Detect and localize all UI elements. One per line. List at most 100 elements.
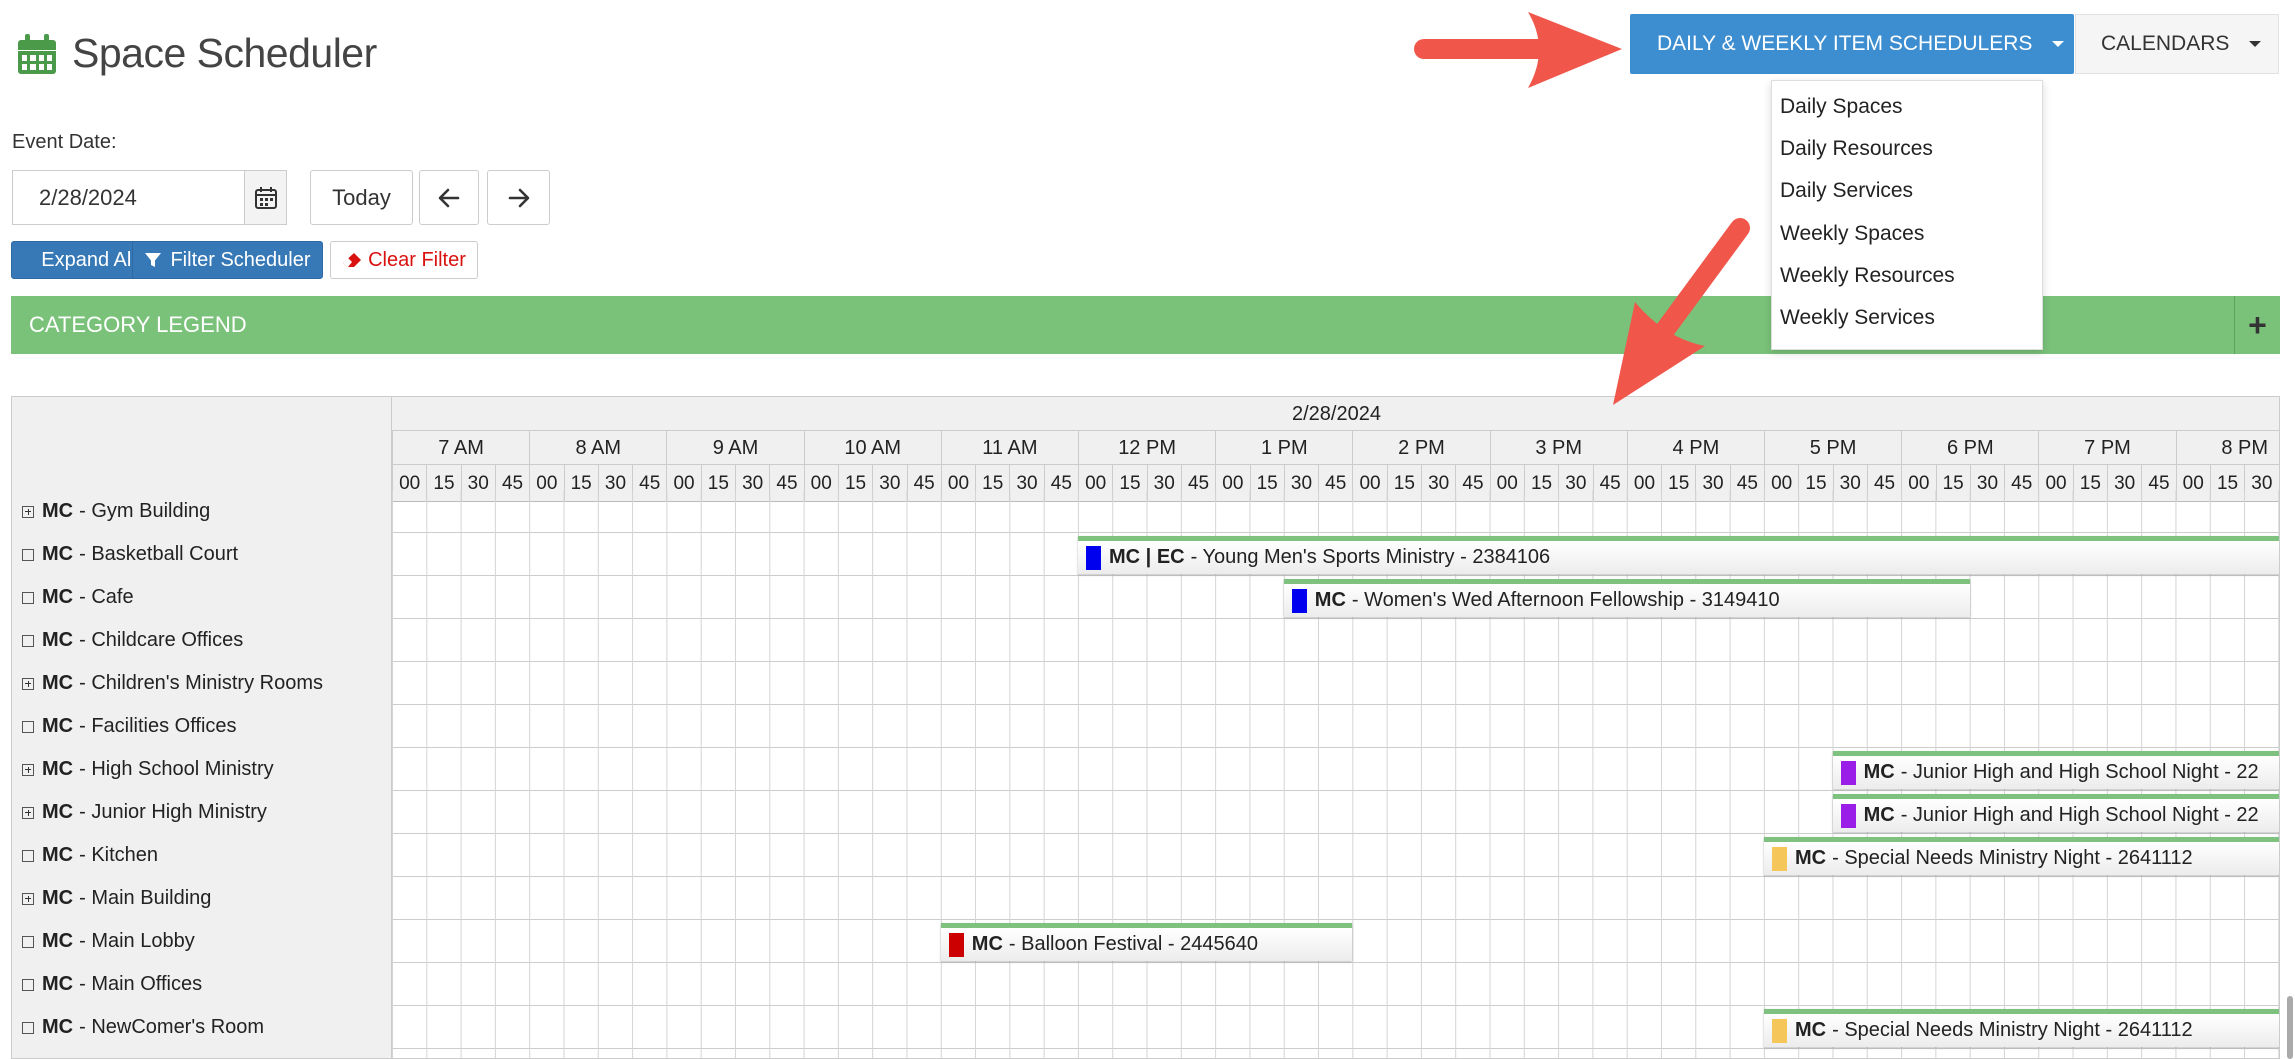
menu-item-weekly-spaces[interactable]: Weekly Spaces xyxy=(1772,217,2042,259)
timeline-slots[interactable] xyxy=(392,963,2279,1006)
hour-header-cell: 4 PM xyxy=(1626,431,1764,465)
space-code: MC xyxy=(42,586,74,608)
space-row-label[interactable]: MC - Main Offices xyxy=(12,963,392,1006)
space-name: - Facilities Offices xyxy=(79,715,237,737)
event-code: MC xyxy=(1863,761,1895,783)
annotation-arrow-right-icon xyxy=(1414,12,1622,88)
space-code: MC xyxy=(42,715,74,737)
event-title: - Balloon Festival - 2445640 xyxy=(1008,933,1258,955)
space-code: MC xyxy=(42,500,74,522)
category-color-swatch xyxy=(1840,803,1856,828)
event-code: MC xyxy=(1795,847,1827,869)
schedulers-dropdown-menu: Daily Spaces Daily Resources Daily Servi… xyxy=(1771,80,2043,350)
filter-scheduler-button[interactable]: Filter Scheduler xyxy=(132,241,323,279)
hour-header-cell: 10 AM xyxy=(803,431,941,465)
category-color-swatch xyxy=(1772,1018,1787,1043)
event-code: MC | EC xyxy=(1109,546,1185,568)
event-date-value[interactable]: 2/28/2024 xyxy=(13,185,244,211)
expand-toggle-icon[interactable] xyxy=(22,505,34,518)
space-name: - Kitchen xyxy=(79,844,159,866)
timeline-slots[interactable] xyxy=(392,877,2279,920)
next-day-button[interactable] xyxy=(487,170,550,225)
timeline-slots[interactable] xyxy=(392,705,2279,748)
app-header: Space Scheduler xyxy=(18,30,377,77)
annotation-arrow-down-left-icon xyxy=(1613,218,1750,405)
space-code: MC xyxy=(42,629,74,651)
row-checkbox[interactable] xyxy=(22,1021,34,1034)
hour-header-cell: 2 PM xyxy=(1352,431,1489,465)
event-block[interactable]: MC - Special Needs Ministry Night - 26411… xyxy=(1764,1009,2279,1047)
space-name: - Basketball Court xyxy=(79,543,239,565)
previous-day-button[interactable] xyxy=(419,170,479,225)
expand-toggle-icon[interactable] xyxy=(22,806,34,819)
today-button[interactable]: Today xyxy=(310,170,413,225)
timeline-slots[interactable] xyxy=(392,662,2279,705)
scheduler-row: MC - Main Offices xyxy=(12,963,2279,1006)
event-block[interactable]: MC | EC - Young Men's Sports Ministry - 2… xyxy=(1078,536,2279,574)
space-name: - NewComer's Room xyxy=(79,1016,265,1038)
category-color-swatch xyxy=(1772,846,1787,871)
menu-item-weekly-services[interactable]: Weekly Services xyxy=(1772,301,2042,343)
item-schedulers-label: DAILY & WEEKLY ITEM SCHEDULERS xyxy=(1657,32,2033,55)
event-date-field[interactable]: 2/28/2024 xyxy=(12,170,287,225)
event-block[interactable]: MC - Balloon Festival - 2445640 xyxy=(940,923,1353,961)
expand-toggle-icon[interactable] xyxy=(22,763,34,776)
timeline-slots[interactable] xyxy=(392,490,2279,533)
space-row-label[interactable]: MC - Gym Building xyxy=(12,490,392,533)
scheduler-row: MC - Main Building xyxy=(12,877,2279,920)
event-block[interactable]: MC - Junior High and High School Night - … xyxy=(1832,794,2279,832)
calendar-picker-icon[interactable] xyxy=(244,171,286,224)
scheduler-row: MC - Childcare Offices xyxy=(12,619,2279,662)
scheduler-row: MC - Gym Building xyxy=(12,490,2279,533)
event-code: MC xyxy=(971,933,1003,955)
menu-item-weekly-resources[interactable]: Weekly Resources xyxy=(1772,259,2042,301)
space-name: - Childcare Offices xyxy=(79,629,244,651)
space-row-label[interactable]: MC - Childcare Offices xyxy=(12,619,392,662)
expand-toggle-icon[interactable] xyxy=(22,892,34,905)
event-title: - Special Needs Ministry Night - 2641112 xyxy=(1832,847,2193,869)
space-row-label[interactable]: MC - Main Lobby xyxy=(12,920,392,963)
event-block[interactable]: MC - Women's Wed Afternoon Fellowship - 3… xyxy=(1283,579,1970,617)
space-row-label[interactable]: MC - Cafe xyxy=(12,576,392,619)
row-checkbox[interactable] xyxy=(22,978,34,991)
item-schedulers-dropdown-button[interactable]: DAILY & WEEKLY ITEM SCHEDULERS xyxy=(1630,14,2074,74)
hour-header-row: 7 AM 8 AM 9 AM 10 AM 11 AM 12 PM 1 PM 2 PM 3 PM 4… xyxy=(392,431,2279,465)
space-row-label[interactable]: MC - Junior High Ministry xyxy=(12,791,392,834)
event-title: - Junior High and High School Night - 22 xyxy=(1900,761,2259,783)
expand-toggle-icon[interactable] xyxy=(22,677,34,690)
event-block[interactable]: MC - Special Needs Ministry Night - 26411… xyxy=(1764,837,2279,875)
row-checkbox[interactable] xyxy=(22,591,34,604)
menu-item-daily-resources[interactable]: Daily Resources xyxy=(1772,132,2042,174)
row-checkbox[interactable] xyxy=(22,720,34,733)
hour-header-cell: 5 PM xyxy=(1764,431,1901,465)
hour-header-cell: 8 AM xyxy=(529,431,666,465)
space-row-label[interactable]: MC - Main Building xyxy=(12,877,392,920)
event-block[interactable]: MC - Junior High and High School Night - … xyxy=(1832,751,2279,789)
clear-filter-button[interactable]: Clear Filter xyxy=(330,241,478,279)
menu-item-daily-services[interactable]: Daily Services xyxy=(1772,174,2042,216)
timeline-slots[interactable] xyxy=(392,1049,2279,1058)
calendars-dropdown-button[interactable]: CALENDARS xyxy=(2075,14,2279,74)
space-row-label[interactable]: MC - Basketball Court xyxy=(12,533,392,576)
space-row-label[interactable]: MC - Children's Ministry Rooms xyxy=(12,662,392,705)
row-checkbox[interactable] xyxy=(22,548,34,561)
space-row-label[interactable]: MC - High School Ministry xyxy=(12,748,392,791)
space-name: - Main Lobby xyxy=(79,930,195,952)
space-row-label[interactable]: MC - NewComer's Room xyxy=(12,1006,392,1049)
row-checkbox[interactable] xyxy=(22,935,34,948)
hour-header-cell: 11 AM xyxy=(940,431,1078,465)
vertical-scrollbar[interactable] xyxy=(2287,996,2293,1059)
space-row-label[interactable]: MC- Nursery Rooms xyxy=(12,1049,392,1058)
row-checkbox[interactable] xyxy=(22,849,34,862)
timeline-slots[interactable] xyxy=(392,619,2279,662)
expand-legend-button[interactable]: + xyxy=(2234,296,2280,354)
event-code: MC xyxy=(1795,1019,1827,1041)
menu-item-daily-spaces[interactable]: Daily Spaces xyxy=(1772,90,2042,132)
event-date-label: Event Date: xyxy=(12,131,117,153)
space-row-label[interactable]: MC - Facilities Offices xyxy=(12,705,392,748)
event-title: - Women's Wed Afternoon Fellowship - 314… xyxy=(1351,589,1780,611)
row-checkbox[interactable] xyxy=(22,634,34,647)
arrow-left-icon xyxy=(438,188,460,207)
space-row-label[interactable]: MC - Kitchen xyxy=(12,834,392,877)
scheduler-row: MC - Facilities Offices xyxy=(12,705,2279,748)
